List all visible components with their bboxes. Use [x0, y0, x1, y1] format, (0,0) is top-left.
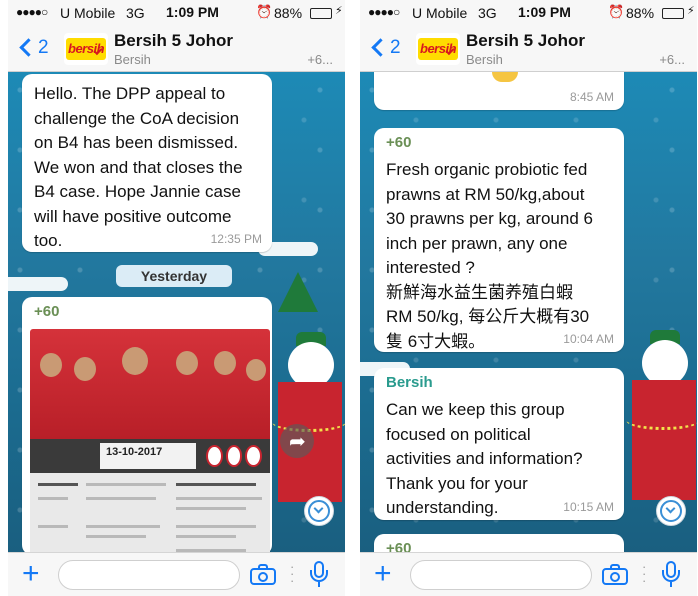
message-input-bar: + · · ·: [360, 552, 697, 596]
message-line: We won and that closes the: [34, 157, 243, 177]
message-time: 10:04 AM: [563, 332, 614, 346]
charging-icon: ⚡: [687, 5, 695, 17]
message-line: challenge the CoA decision: [34, 108, 240, 128]
date-separator: Yesterday: [116, 265, 232, 287]
message-input-bar: + · · ·: [8, 552, 345, 596]
poster-header: [30, 329, 270, 439]
message-input[interactable]: [410, 560, 592, 590]
battery-percent: 88%: [274, 5, 303, 21]
separator-dots: · · ·: [642, 559, 647, 588]
message-bubble[interactable]: +60: [374, 534, 624, 552]
message-bubble[interactable]: 8:45 AM: [374, 72, 624, 110]
message-sender: +60: [386, 540, 412, 552]
message-bubble[interactable]: +60 Fresh organic probiotic fed prawns a…: [374, 128, 624, 352]
message-bubble[interactable]: Bersih Can we keep this group focused on…: [374, 368, 624, 520]
message-line: Fresh organic probiotic fed: [386, 160, 588, 179]
camera-icon[interactable]: [250, 564, 276, 585]
battery-icon: [662, 8, 684, 19]
chevron-left-icon: [19, 38, 38, 57]
microphone-icon[interactable]: [662, 561, 680, 589]
message-line: Thank you for your: [386, 473, 528, 493]
message-line: interested ?: [386, 258, 475, 277]
message-line: will have positive outcome: [34, 206, 232, 226]
alarm-icon: ⏰: [256, 4, 273, 19]
message-text: Fresh organic probiotic fed prawns at RM…: [386, 158, 593, 354]
signal-strength-icon: ●●●●○: [368, 5, 400, 19]
attach-plus-button[interactable]: +: [374, 559, 392, 589]
forward-button[interactable]: ➦: [280, 424, 314, 458]
carrier-name: U Mobile: [60, 5, 116, 21]
snow-decoration: [8, 277, 68, 291]
group-participants-more: +6...: [307, 52, 333, 67]
message-time: 12:35 PM: [210, 232, 262, 246]
carrier-name: U Mobile: [412, 5, 468, 21]
left-screenshot: ●●●●○ U Mobile 3G 1:09 PM ⏰ 88% ⚡ 2 bers…: [8, 0, 345, 596]
message-text: Can we keep this group focused on politi…: [386, 398, 583, 521]
scroll-to-bottom-button[interactable]: [304, 496, 334, 526]
clock: 1:09 PM: [518, 4, 571, 20]
group-title[interactable]: Bersih 5 Johor: [466, 31, 585, 51]
signal-strength-icon: ●●●●○: [16, 5, 48, 19]
network-type: 3G: [126, 5, 145, 21]
clock: 1:09 PM: [166, 4, 219, 20]
thumbs-up-emoji: [492, 72, 518, 82]
message-text: Hello. The DPP appeal to challenge the C…: [34, 82, 243, 254]
message-line: Hello. The DPP appeal to: [34, 84, 226, 103]
group-participants: Bersih: [466, 52, 503, 67]
attach-plus-button[interactable]: +: [22, 559, 40, 589]
message-line: B4 case. Hope Jannie case: [34, 182, 241, 201]
message-line: activities and information?: [386, 449, 583, 468]
group-avatar[interactable]: bersih: [64, 33, 108, 65]
unread-count: 2: [38, 37, 49, 58]
message-line: focused on political: [386, 424, 531, 444]
message-line: on B4 has been dismissed.: [34, 133, 239, 152]
unread-count: 2: [390, 37, 401, 58]
group-title[interactable]: Bersih 5 Johor: [114, 31, 233, 51]
battery-percent: 88%: [626, 5, 655, 21]
chat-header: 2 bersih Bersih 5 Johor Bersih +6...: [360, 26, 697, 72]
message-line: RM 50/kg, 每公斤大概有30: [386, 307, 590, 326]
message-time: 10:15 AM: [563, 500, 614, 514]
battery-icon: [310, 8, 332, 19]
group-participants: Bersih: [114, 52, 151, 67]
microphone-icon[interactable]: [310, 561, 328, 589]
message-sender: Bersih: [386, 374, 433, 391]
message-line: 隻 6寸大蝦。: [386, 331, 486, 351]
charging-icon: ⚡: [335, 5, 343, 17]
message-line: 新鮮海水益生菌养殖白蝦: [386, 282, 573, 302]
poster-logos: [206, 445, 263, 467]
chevron-left-icon: [371, 38, 390, 57]
message-line: understanding.: [386, 498, 499, 517]
message-time: 8:45 AM: [569, 90, 614, 104]
group-participants-more: +6...: [659, 52, 685, 67]
network-type: 3G: [478, 5, 497, 21]
message-line: 30 prawns per kg, around 6: [386, 209, 593, 228]
separator-dots: · · ·: [290, 559, 295, 588]
poster-date: 13-10-2017: [106, 446, 163, 458]
scroll-to-bottom-button[interactable]: [656, 496, 686, 526]
status-bar: ●●●●○ U Mobile 3G 1:09 PM ⏰ 88% ⚡: [8, 0, 345, 26]
forward-arrow-icon: ➦: [289, 431, 306, 453]
message-sender: +60: [386, 134, 412, 151]
chat-area[interactable]: Hello. The DPP appeal to challenge the C…: [8, 72, 345, 552]
message-line: Can we keep this group: [386, 400, 565, 419]
message-input[interactable]: [58, 560, 240, 590]
message-sender: +60: [34, 303, 60, 320]
event-poster-image[interactable]: 13-10-2017: [30, 329, 270, 552]
status-bar: ●●●●○ U Mobile 3G 1:09 PM ⏰ 88% ⚡: [360, 0, 697, 26]
chat-area[interactable]: 8:45 AM +60 Fresh organic probiotic fed …: [360, 72, 697, 552]
group-avatar[interactable]: bersih: [416, 33, 460, 65]
message-bubble[interactable]: Hello. The DPP appeal to challenge the C…: [22, 74, 272, 252]
tree-decoration: [278, 272, 318, 312]
alarm-icon: ⏰: [608, 4, 625, 19]
message-line: prawns at RM 50/kg,about: [386, 184, 585, 204]
message-line: inch per prawn, any one: [386, 233, 568, 253]
chat-header: 2 bersih Bersih 5 Johor Bersih +6...: [8, 26, 345, 72]
image-message-bubble[interactable]: +60 13-10-2017: [22, 297, 272, 552]
camera-icon[interactable]: [602, 564, 628, 585]
right-screenshot: ●●●●○ U Mobile 3G 1:09 PM ⏰ 88% ⚡ 2 bers…: [360, 0, 697, 596]
